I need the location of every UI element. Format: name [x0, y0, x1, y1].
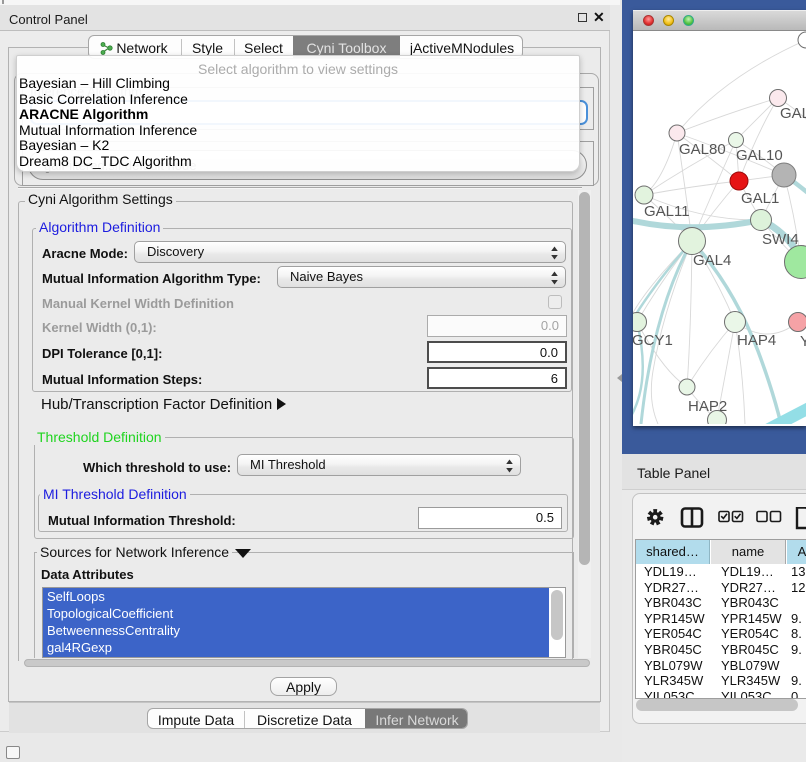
svg-text:GAL1: GAL1 [741, 190, 779, 207]
svg-text:Y: Y [800, 333, 806, 350]
svg-text:GCY1: GCY1 [633, 332, 673, 349]
svg-text:GAL8: GAL8 [780, 105, 806, 122]
svg-text:GAL10: GAL10 [736, 147, 783, 164]
svg-text:SWI4: SWI4 [762, 231, 799, 248]
svg-text:GAL80: GAL80 [679, 141, 726, 158]
svg-text:HAP4: HAP4 [737, 332, 776, 349]
svg-text:HAP2: HAP2 [688, 398, 727, 415]
svg-text:GAL4: GAL4 [693, 252, 731, 269]
svg-text:GAL11: GAL11 [644, 203, 690, 220]
